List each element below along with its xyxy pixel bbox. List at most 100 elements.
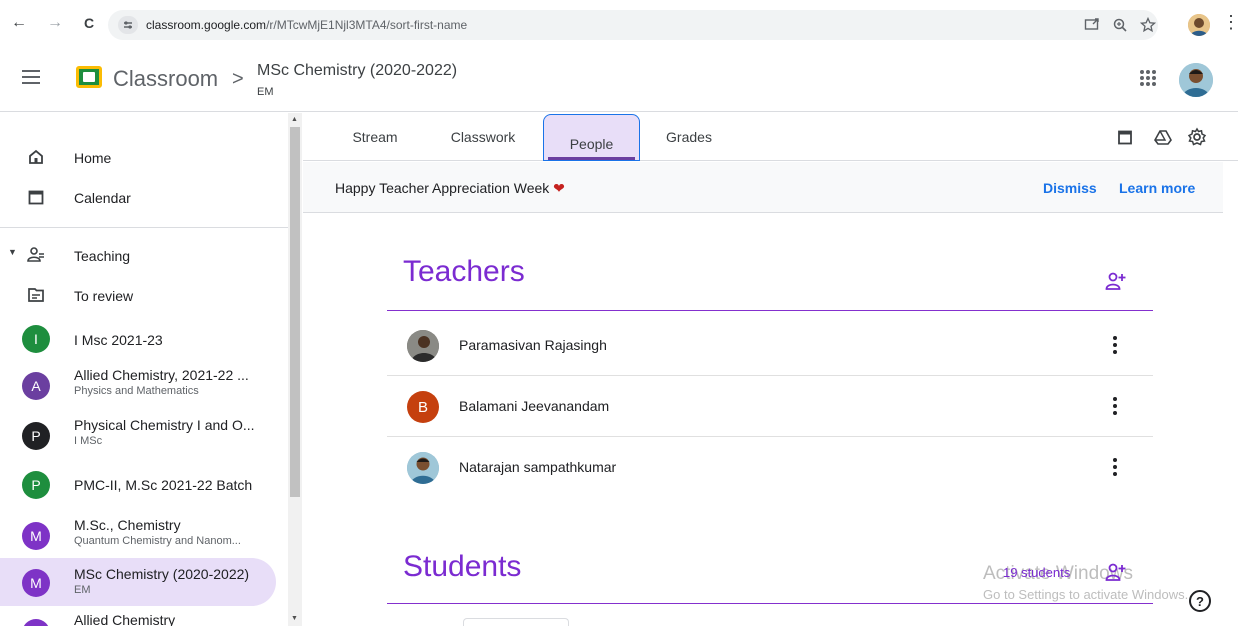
- sidebar: Home Calendar ▼ Teaching To review I I M…: [0, 113, 300, 626]
- course-tabs: Stream Classwork People Grades: [303, 113, 1238, 161]
- sidebar-course-item[interactable]: A Allied Chemistry: [0, 608, 280, 626]
- teachers-divider: [387, 310, 1153, 311]
- teacher-name: Paramasivan Rajasingh: [459, 337, 607, 353]
- sidebar-course-item[interactable]: P Physical Chemistry I and O... I MSc: [0, 411, 280, 459]
- course-name: I Msc 2021-23: [74, 332, 163, 348]
- course-letter-avatar: M: [22, 522, 50, 550]
- heart-icon: ❤: [553, 180, 565, 196]
- teaching-people-icon: [26, 245, 46, 265]
- back-arrow-icon[interactable]: ←: [8, 12, 30, 34]
- reload-icon[interactable]: C: [78, 12, 100, 34]
- more-options-icon[interactable]: [1107, 392, 1123, 420]
- help-icon[interactable]: ?: [1189, 590, 1211, 612]
- sidebar-scrollbar[interactable]: ▲ ▼: [288, 113, 302, 626]
- learn-more-link[interactable]: Learn more: [1119, 180, 1195, 196]
- student-count: 19 students: [1003, 565, 1071, 580]
- more-options-icon[interactable]: [1107, 453, 1123, 481]
- tab-grades[interactable]: Grades: [653, 113, 725, 161]
- sidebar-divider: [0, 227, 288, 228]
- app-header: Classroom > MSc Chemistry (2020-2022) EM: [0, 48, 1238, 112]
- google-apps-icon[interactable]: [1140, 70, 1156, 86]
- sidebar-label-home: Home: [74, 150, 112, 166]
- course-subtitle: EM: [74, 584, 91, 596]
- breadcrumb-chevron-icon: >: [232, 68, 244, 90]
- url-path: /r/MTcwMjE1Njl3MTA4/sort-first-name: [266, 18, 468, 32]
- teacher-avatar: [407, 330, 439, 362]
- sidebar-label-to-review: To review: [74, 288, 134, 304]
- course-letter-avatar: A: [22, 372, 50, 400]
- account-avatar[interactable]: [1179, 63, 1213, 97]
- app-title[interactable]: Classroom: [113, 66, 218, 92]
- zoom-icon[interactable]: [1112, 17, 1128, 33]
- invite-teacher-icon[interactable]: [1105, 270, 1127, 292]
- course-name: MSc Chemistry (2020-2022): [74, 566, 250, 582]
- sidebar-course-item[interactable]: I I Msc 2021-23: [0, 319, 280, 359]
- course-letter-avatar: P: [22, 422, 50, 450]
- banner-message: Happy Teacher Appreciation Week ❤: [335, 180, 565, 197]
- sidebar-item-to-review[interactable]: To review: [0, 277, 280, 313]
- sidebar-course-item[interactable]: M M.Sc., Chemistry Quantum Chemistry and…: [0, 511, 280, 559]
- teacher-row: Paramasivan Rajasingh: [387, 315, 1153, 376]
- course-name: M.Sc., Chemistry: [74, 517, 181, 533]
- course-letter-avatar: A: [22, 619, 50, 626]
- course-letter-avatar: P: [22, 471, 50, 499]
- settings-gear-icon[interactable]: [1187, 127, 1207, 147]
- url-text: classroom.google.com/r/MTcwMjE1Njl3MTA4/…: [146, 18, 467, 32]
- classroom-logo[interactable]: [76, 66, 102, 88]
- sidebar-course-item[interactable]: A Allied Chemistry, 2021-22 ... Physics …: [0, 361, 280, 409]
- main-menu-icon[interactable]: [22, 70, 40, 84]
- sidebar-course-item-active[interactable]: M MSc Chemistry (2020-2022) EM: [0, 558, 280, 606]
- bookmark-star-icon[interactable]: [1140, 17, 1156, 33]
- course-section: EM: [257, 86, 274, 98]
- sidebar-item-home[interactable]: Home: [0, 139, 280, 175]
- sidebar-label-calendar: Calendar: [74, 190, 131, 206]
- course-name: Allied Chemistry, 2021-22 ...: [74, 367, 249, 383]
- student-actions-dropdown[interactable]: [463, 618, 569, 626]
- scrollbar-thumb[interactable]: [290, 127, 300, 497]
- more-options-icon[interactable]: [1107, 331, 1123, 359]
- tab-people-label: People: [569, 135, 614, 152]
- teacher-name: Natarajan sampathkumar: [459, 459, 617, 475]
- site-settings-icon[interactable]: [118, 16, 138, 34]
- tab-classwork[interactable]: Classwork: [435, 113, 531, 161]
- scroll-down-icon[interactable]: ▼: [291, 615, 298, 622]
- url-host: classroom.google.com: [146, 18, 267, 32]
- tab-people[interactable]: People: [543, 114, 640, 161]
- sidebar-course-item[interactable]: P PMC-II, M.Sc 2021-22 Batch: [0, 463, 280, 507]
- banner-text: Happy Teacher Appreciation Week: [335, 180, 550, 196]
- active-tab-indicator: [548, 157, 635, 160]
- course-letter-avatar: I: [22, 325, 50, 353]
- dismiss-button[interactable]: Dismiss: [1043, 180, 1097, 196]
- invite-student-icon[interactable]: [1105, 561, 1127, 583]
- sidebar-item-calendar[interactable]: Calendar: [0, 179, 280, 215]
- teacher-name: Balamani Jeevanandam: [459, 398, 610, 414]
- course-subtitle: Physics and Mathematics: [74, 385, 199, 397]
- course-name: Physical Chemistry I and O...: [74, 417, 255, 433]
- scroll-up-icon[interactable]: ▲: [291, 116, 298, 123]
- forward-arrow-icon[interactable]: →: [44, 12, 66, 34]
- browser-menu-icon[interactable]: ⋮: [1222, 12, 1238, 33]
- drive-folder-icon[interactable]: [1153, 127, 1173, 147]
- course-subtitle: I MSc: [74, 435, 103, 447]
- home-icon: [26, 147, 46, 167]
- teachers-heading: Teachers: [403, 255, 525, 288]
- teacher-avatar: [407, 452, 439, 484]
- tab-stream[interactable]: Stream: [335, 113, 415, 161]
- install-app-icon[interactable]: [1084, 17, 1100, 33]
- address-bar[interactable]: classroom.google.com/r/MTcwMjE1Njl3MTA4/…: [108, 10, 1158, 40]
- teacher-row: B Balamani Jeevanandam: [387, 376, 1153, 437]
- course-name: PMC-II, M.Sc 2021-22 Batch: [74, 477, 253, 493]
- sidebar-item-teaching[interactable]: ▼ Teaching: [0, 237, 280, 273]
- students-divider: [387, 603, 1153, 604]
- calendar-icon: [26, 187, 46, 207]
- to-review-icon: [26, 285, 46, 305]
- expand-caret-icon[interactable]: ▼: [8, 247, 17, 257]
- calendar-icon[interactable]: [1115, 127, 1135, 147]
- teacher-row: Natarajan sampathkumar: [387, 437, 1153, 498]
- course-letter-avatar: M: [22, 569, 50, 597]
- windows-activation-hint: Go to Settings to activate Windows.: [983, 587, 1189, 602]
- teacher-letter-avatar: B: [407, 391, 439, 423]
- course-name: Allied Chemistry: [74, 612, 176, 626]
- course-title[interactable]: MSc Chemistry (2020-2022): [257, 62, 457, 80]
- browser-profile-avatar[interactable]: [1188, 14, 1210, 36]
